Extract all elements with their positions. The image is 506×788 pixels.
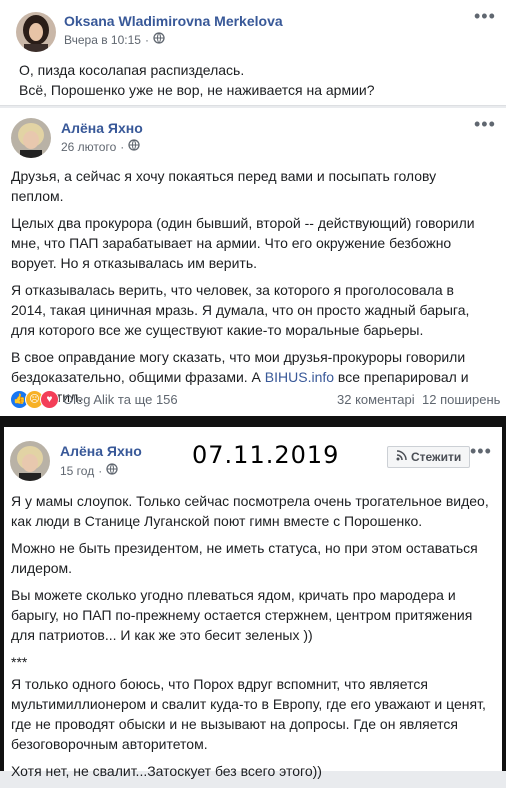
post-author[interactable]: Oksana Wladimirovna Merkelova xyxy=(64,13,283,29)
more-options-icon[interactable]: ••• xyxy=(474,114,496,135)
avatar[interactable] xyxy=(16,12,56,52)
post-meta: 15 год · xyxy=(60,463,118,478)
heart-icon: ♥ xyxy=(40,390,59,409)
globe-icon xyxy=(106,463,118,478)
avatar[interactable] xyxy=(10,441,50,481)
globe-icon xyxy=(128,139,140,154)
globe-icon xyxy=(153,32,165,47)
post-timestamp[interactable]: 26 лютого xyxy=(61,140,116,154)
rss-icon xyxy=(396,450,407,464)
divider xyxy=(0,416,506,423)
post-card-2: Алёна Яхно 26 лютого · ••• Друзья, а сей… xyxy=(0,108,506,416)
avatar[interactable] xyxy=(11,118,51,158)
post-author[interactable]: Алёна Яхно xyxy=(61,120,143,136)
post-author[interactable]: Алёна Яхно xyxy=(60,443,142,459)
reactions-count[interactable]: Oleg Alik та ще 156 xyxy=(63,392,178,407)
comments-count[interactable]: 32 коментарі xyxy=(337,392,415,407)
post-text: О, пизда косолапая распизделась. Всё, По… xyxy=(19,62,375,98)
follow-button[interactable]: Стежити xyxy=(387,446,471,468)
post-meta: Вчера в 10:15 · xyxy=(64,32,165,47)
more-options-icon[interactable]: ••• xyxy=(470,441,492,462)
reactions-bar[interactable]: 👍 ☹ ♥ Oleg Alik та ще 156 xyxy=(10,390,178,409)
post-card-1: Oksana Wladimirovna Merkelova Вчера в 10… xyxy=(0,0,506,106)
post-timestamp[interactable]: Вчера в 10:15 xyxy=(64,33,141,47)
post-meta: 26 лютого · xyxy=(61,139,140,154)
shares-count[interactable]: 12 поширень xyxy=(422,392,500,407)
post-timestamp[interactable]: 15 год xyxy=(60,464,94,478)
post-text: Друзья, а сейчас я хочу покаяться перед … xyxy=(11,168,475,405)
post-card-3: Алёна Яхно 15 год · 07.11.2019 Стежити •… xyxy=(0,423,506,779)
bihus-link[interactable]: BIHUS.info xyxy=(265,369,334,385)
post-text: Я у мамы слоупок. Только сейчас посмотре… xyxy=(11,493,489,779)
date-overlay: 07.11.2019 xyxy=(192,441,340,469)
more-options-icon[interactable]: ••• xyxy=(474,6,496,27)
